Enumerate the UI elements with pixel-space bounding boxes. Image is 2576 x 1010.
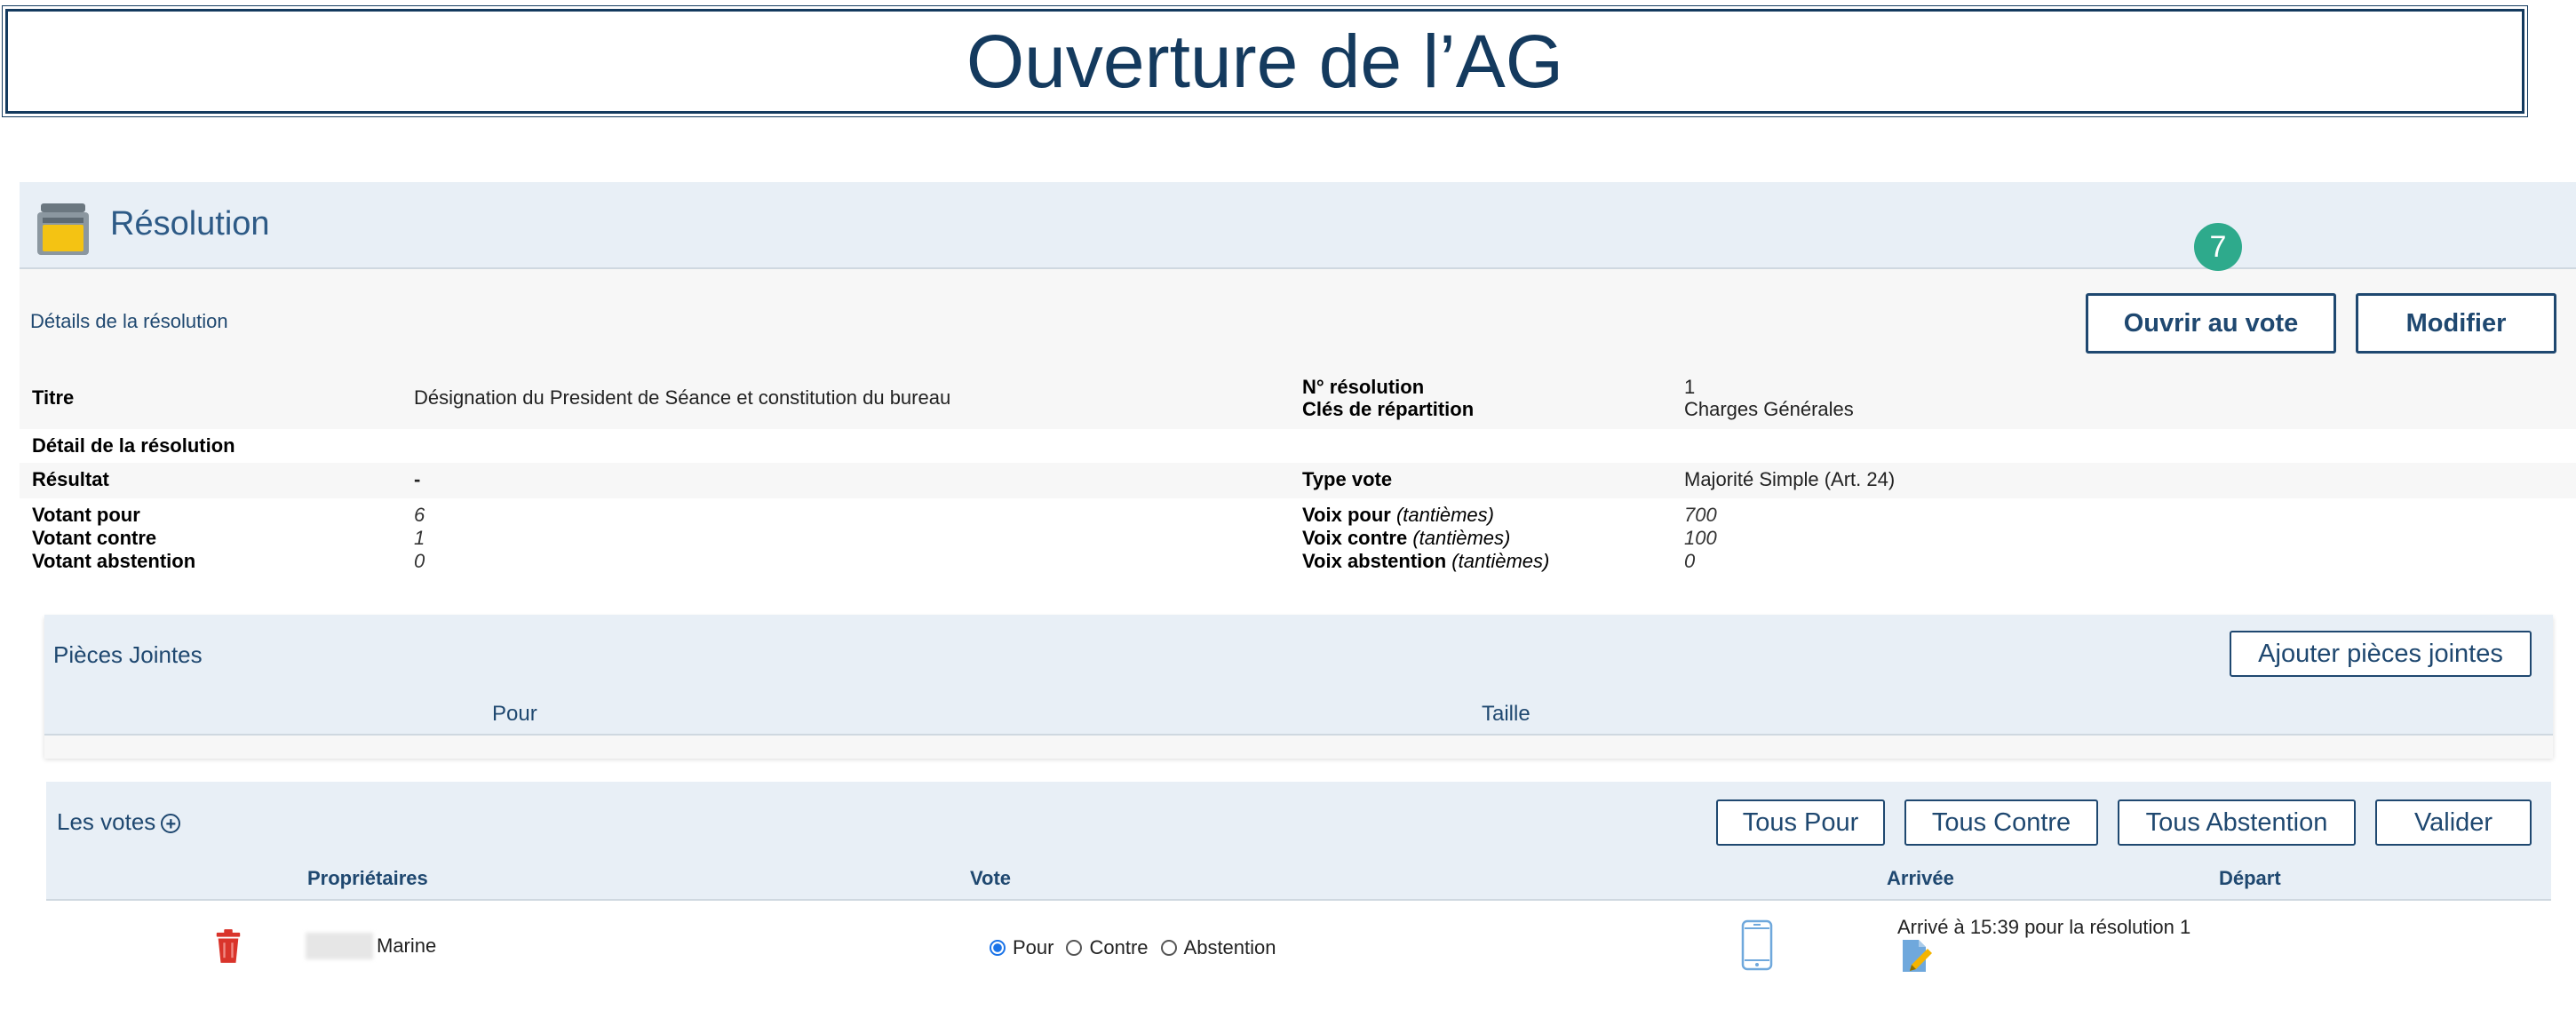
voix-contre-value: 100 — [1684, 527, 1717, 549]
votes-panel: Les votes + Tous Pour Tous Contre Tous Ab… — [46, 782, 2551, 1010]
col-vote: Vote — [970, 867, 1012, 889]
voix-pour-text: Voix pour — [1302, 504, 1391, 526]
numero-value: 1 — [1684, 376, 1696, 398]
open-vote-button[interactable]: Ouvrir au vote — [2086, 293, 2336, 354]
attachments-title: Pièces Jointes — [53, 641, 203, 668]
vote-option-pour: Pour — [1013, 936, 1054, 958]
ballot-box-icon — [37, 203, 89, 255]
voix-contre-unit: (tantièmes) — [1412, 527, 1511, 549]
votant-abstention-label: Votant abstention — [32, 550, 196, 572]
attachments-col-pour: Pour — [492, 702, 537, 726]
voix-contre-text: Voix contre — [1302, 527, 1408, 549]
type-vote-value: Majorité Simple (Art. 24) — [1684, 468, 1896, 490]
attachments-panel: Pièces Jointes Ajouter pièces jointes Po… — [44, 615, 2553, 759]
resultat-value: - — [414, 468, 421, 490]
trash-icon[interactable] — [213, 926, 243, 966]
titre-value: Désignation du President de Séance et co… — [414, 386, 951, 409]
page-title-banner: Ouverture de l’AG — [2, 5, 2528, 117]
voix-abstention-text: Voix abstention — [1302, 550, 1447, 572]
titre-label: Titre — [32, 386, 75, 409]
step-badge: 7 — [2194, 223, 2242, 271]
attachments-list — [44, 734, 2553, 759]
all-against-button[interactable]: Tous Contre — [1904, 799, 2098, 846]
attachments-col-taille: Taille — [1482, 702, 1530, 726]
detail-row — [20, 429, 2576, 463]
cles-label: Clés de répartition — [1302, 398, 1475, 420]
details-link[interactable]: Détails de la résolution — [30, 310, 228, 333]
col-owners: Propriétaires — [307, 867, 428, 889]
voix-pour-label: Voix pour (tantièmes) — [1302, 504, 1494, 527]
voix-abstention-value: 0 — [1684, 550, 1696, 572]
all-abstention-button[interactable]: Tous Abstention — [2118, 799, 2356, 846]
smartphone-icon[interactable] — [1741, 919, 1773, 971]
voix-pour-unit: (tantièmes) — [1395, 504, 1494, 526]
owner-name: Marine — [377, 934, 437, 957]
vote-option-abstention: Abstention — [1183, 936, 1276, 958]
resolution-panel: Résolution 7 Détails de la résolution Ou… — [20, 182, 2576, 580]
validate-button[interactable]: Valider — [2375, 799, 2532, 846]
votant-pour-value: 6 — [414, 504, 425, 526]
add-vote-icon[interactable]: + — [161, 814, 181, 834]
votes-title-text: Les votes — [57, 808, 156, 835]
vote-radio-pour[interactable] — [990, 940, 1006, 956]
vote-radio-abstention[interactable] — [1160, 940, 1177, 956]
voix-abstention-unit: (tantièmes) — [1451, 550, 1550, 572]
arrival-text: Arrivé à 15:39 pour la résolution 1 — [1897, 916, 2191, 938]
numero-label: N° résolution — [1302, 376, 1425, 398]
type-vote-label: Type vote — [1302, 468, 1393, 490]
voix-contre-label: Voix contre (tantièmes) — [1302, 527, 1510, 550]
vote-radio-contre[interactable] — [1066, 940, 1083, 956]
owner-name-redacted — [306, 933, 373, 959]
votant-abstention-value: 0 — [414, 550, 425, 572]
votes-title: Les votes + — [57, 808, 181, 836]
modify-button[interactable]: Modifier — [2356, 293, 2556, 354]
voix-pour-value: 700 — [1684, 504, 1717, 526]
page-title: Ouverture de l’AG — [966, 19, 1564, 103]
votes-summary-row — [20, 498, 2576, 580]
cles-value: Charges Générales — [1684, 398, 1854, 420]
resolution-header: Résolution — [20, 182, 2576, 269]
voix-abstention-label: Voix abstention (tantièmes) — [1302, 550, 1549, 573]
votant-contre-value: 1 — [414, 527, 425, 549]
document-sign-icon[interactable] — [1899, 938, 1935, 974]
votant-contre-label: Votant contre — [32, 527, 157, 549]
all-for-button[interactable]: Tous Pour — [1716, 799, 1885, 846]
col-departure: Départ — [2219, 867, 2281, 889]
vote-radio-group: Pour Contre Abstention — [990, 936, 1276, 959]
col-arrival: Arrivée — [1887, 867, 1954, 889]
votant-pour-label: Votant pour — [32, 504, 140, 526]
resolution-title: Résolution — [110, 205, 270, 243]
add-attachments-button[interactable]: Ajouter pièces jointes — [2230, 631, 2532, 677]
detail-label: Détail de la résolution — [32, 434, 235, 457]
resultat-label: Résultat — [32, 468, 109, 490]
vote-option-contre: Contre — [1089, 936, 1149, 958]
